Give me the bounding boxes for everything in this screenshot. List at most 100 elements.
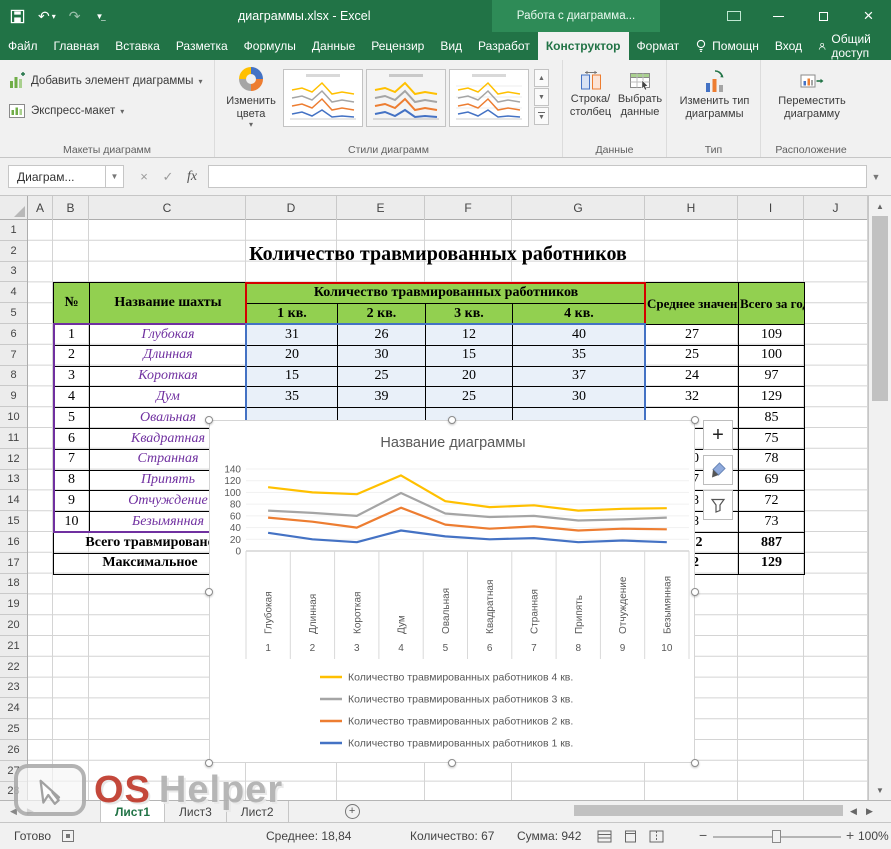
normal-view-button[interactable] — [594, 827, 614, 845]
cell-q4[interactable]: 37 — [513, 366, 646, 387]
zoom-slider-thumb[interactable] — [772, 830, 781, 843]
row-header[interactable]: 24 — [0, 698, 27, 719]
resize-handle[interactable] — [448, 759, 456, 767]
ribbon-tab[interactable]: Формат — [629, 32, 688, 60]
switch-row-column-button[interactable]: Строка/ столбец — [567, 66, 614, 141]
cell-q3[interactable]: 25 — [426, 387, 513, 408]
close-button[interactable]: × — [846, 0, 891, 32]
scroll-left-arrow-icon[interactable]: ◀ — [850, 806, 857, 817]
resize-handle[interactable] — [448, 416, 456, 424]
row-header[interactable]: 3 — [0, 262, 27, 283]
ribbon-tab[interactable]: Разработ — [470, 32, 538, 60]
cell-q1[interactable]: 20 — [247, 345, 338, 366]
cell-q2[interactable]: 30 — [338, 345, 426, 366]
horizontal-scroll-thumb[interactable] — [574, 805, 843, 816]
display-settings-button[interactable] — [711, 0, 756, 32]
column-header[interactable]: B — [53, 196, 89, 220]
gallery-scroll-up-button[interactable]: ▲ — [534, 69, 549, 87]
macro-record-icon[interactable] — [62, 830, 74, 842]
gallery-scroll-down-button[interactable]: ▼ — [534, 88, 549, 106]
cell-total[interactable]: 75 — [739, 428, 805, 449]
cell-total[interactable]: 109 — [739, 324, 805, 345]
table-row[interactable]: 2 Длинная 20 30 15 35 25 100 — [54, 345, 805, 366]
row-header[interactable]: 4 — [0, 282, 27, 303]
row-header[interactable]: 25 — [0, 719, 27, 740]
page-layout-view-button[interactable] — [620, 827, 640, 845]
cell-mine-name[interactable]: Глубокая — [90, 324, 247, 345]
cell-q3[interactable]: 20 — [426, 366, 513, 387]
chart-styles-button[interactable] — [703, 455, 733, 485]
ribbon-tab[interactable]: Вид — [432, 32, 470, 60]
row-header[interactable]: 28 — [0, 782, 27, 800]
row-header[interactable]: 16 — [0, 532, 27, 553]
row-header[interactable]: 19 — [0, 594, 27, 615]
column-header[interactable]: J — [804, 196, 868, 220]
header-cell-name[interactable]: Название шахты — [90, 283, 247, 325]
cell-num[interactable]: 7 — [54, 449, 90, 470]
row-header[interactable]: 13 — [0, 470, 27, 491]
row-header[interactable]: 20 — [0, 615, 27, 636]
select-all-button[interactable] — [0, 196, 28, 220]
ribbon-tab[interactable]: Данные — [304, 32, 363, 60]
cell-avg[interactable]: 27 — [646, 324, 739, 345]
cell-avg[interactable]: 24 — [646, 366, 739, 387]
resize-handle[interactable] — [691, 588, 699, 596]
cell-q2[interactable]: 39 — [338, 387, 426, 408]
cell-num[interactable]: 3 — [54, 366, 90, 387]
chart[interactable]: Название диаграммы020406080100120140Глуб… — [209, 420, 695, 763]
cell-mine-name[interactable]: Дум — [90, 387, 247, 408]
sheet-nav-right-icon[interactable]: ▶ — [27, 806, 34, 817]
cell-total[interactable]: 73 — [739, 512, 805, 533]
row-header[interactable]: 1 — [0, 220, 27, 241]
row-header[interactable]: 22 — [0, 657, 27, 678]
cell-total[interactable]: 85 — [739, 408, 805, 429]
cell-num[interactable]: 6 — [54, 428, 90, 449]
chart-elements-button[interactable]: + — [703, 420, 733, 450]
cell-num[interactable]: 10 — [54, 512, 90, 533]
header-cell-num[interactable]: № — [54, 283, 90, 325]
cell-num[interactable]: 8 — [54, 470, 90, 491]
horizontal-scrollbar[interactable]: ◀ ▶ — [560, 800, 885, 822]
tab-assistant[interactable]: Помощн — [687, 32, 767, 60]
cell-total[interactable]: 78 — [739, 449, 805, 470]
table-row[interactable]: 4 Дум 35 39 25 30 32 129 — [54, 387, 805, 408]
sheet-tab[interactable]: Лист2 — [227, 801, 289, 822]
cell-mine-name[interactable]: Короткая — [90, 366, 247, 387]
table-row[interactable]: 3 Короткая 15 25 20 37 24 97 — [54, 366, 805, 387]
cell-mine-name[interactable]: Длинная — [90, 345, 247, 366]
minimize-button[interactable] — [756, 0, 801, 32]
row-header[interactable]: 12 — [0, 449, 27, 470]
cell-footer-total[interactable]: 887 — [739, 532, 805, 553]
sheet-tab[interactable]: Лист1 — [100, 801, 165, 822]
sheet-tab[interactable]: Лист3 — [165, 801, 227, 822]
cell-q1[interactable]: 35 — [247, 387, 338, 408]
header-cell-q4[interactable]: 4 кв. — [513, 304, 646, 325]
resize-handle[interactable] — [205, 416, 213, 424]
column-header[interactable]: G — [512, 196, 645, 220]
cell-q2[interactable]: 26 — [338, 324, 426, 345]
resize-handle[interactable] — [205, 759, 213, 767]
vertical-scroll-thumb[interactable] — [872, 216, 888, 401]
cell-q2[interactable]: 25 — [338, 366, 426, 387]
cell-total[interactable]: 100 — [739, 345, 805, 366]
cell-num[interactable]: 9 — [54, 491, 90, 512]
spreadsheet-grid[interactable]: Количество травмированных работников № Н… — [28, 220, 868, 800]
tab-share[interactable]: Общий доступ — [810, 32, 891, 60]
formula-bar-expand-button[interactable]: ▼ — [867, 172, 885, 182]
scroll-up-arrow-icon[interactable]: ▲ — [869, 198, 891, 214]
cell-num[interactable]: 1 — [54, 324, 90, 345]
zoom-level[interactable]: 100% — [858, 829, 889, 843]
vertical-scrollbar[interactable]: ▲ ▼ — [868, 196, 891, 800]
scroll-right-arrow-icon[interactable]: ▶ — [866, 806, 873, 817]
cell-num[interactable]: 4 — [54, 387, 90, 408]
sheet-nav-left-icon[interactable]: ◀ — [10, 806, 17, 817]
ribbon-tab[interactable]: Вставка — [107, 32, 168, 60]
chart-style-thumbnail[interactable] — [366, 69, 446, 127]
row-header[interactable]: 10 — [0, 407, 27, 428]
cell-q1[interactable]: 31 — [247, 324, 338, 345]
tab-signin[interactable]: Вход — [767, 32, 810, 60]
column-header[interactable]: A — [28, 196, 53, 220]
new-sheet-button[interactable]: + — [345, 804, 360, 819]
scroll-down-arrow-icon[interactable]: ▼ — [869, 782, 891, 798]
formula-input[interactable] — [208, 165, 867, 188]
